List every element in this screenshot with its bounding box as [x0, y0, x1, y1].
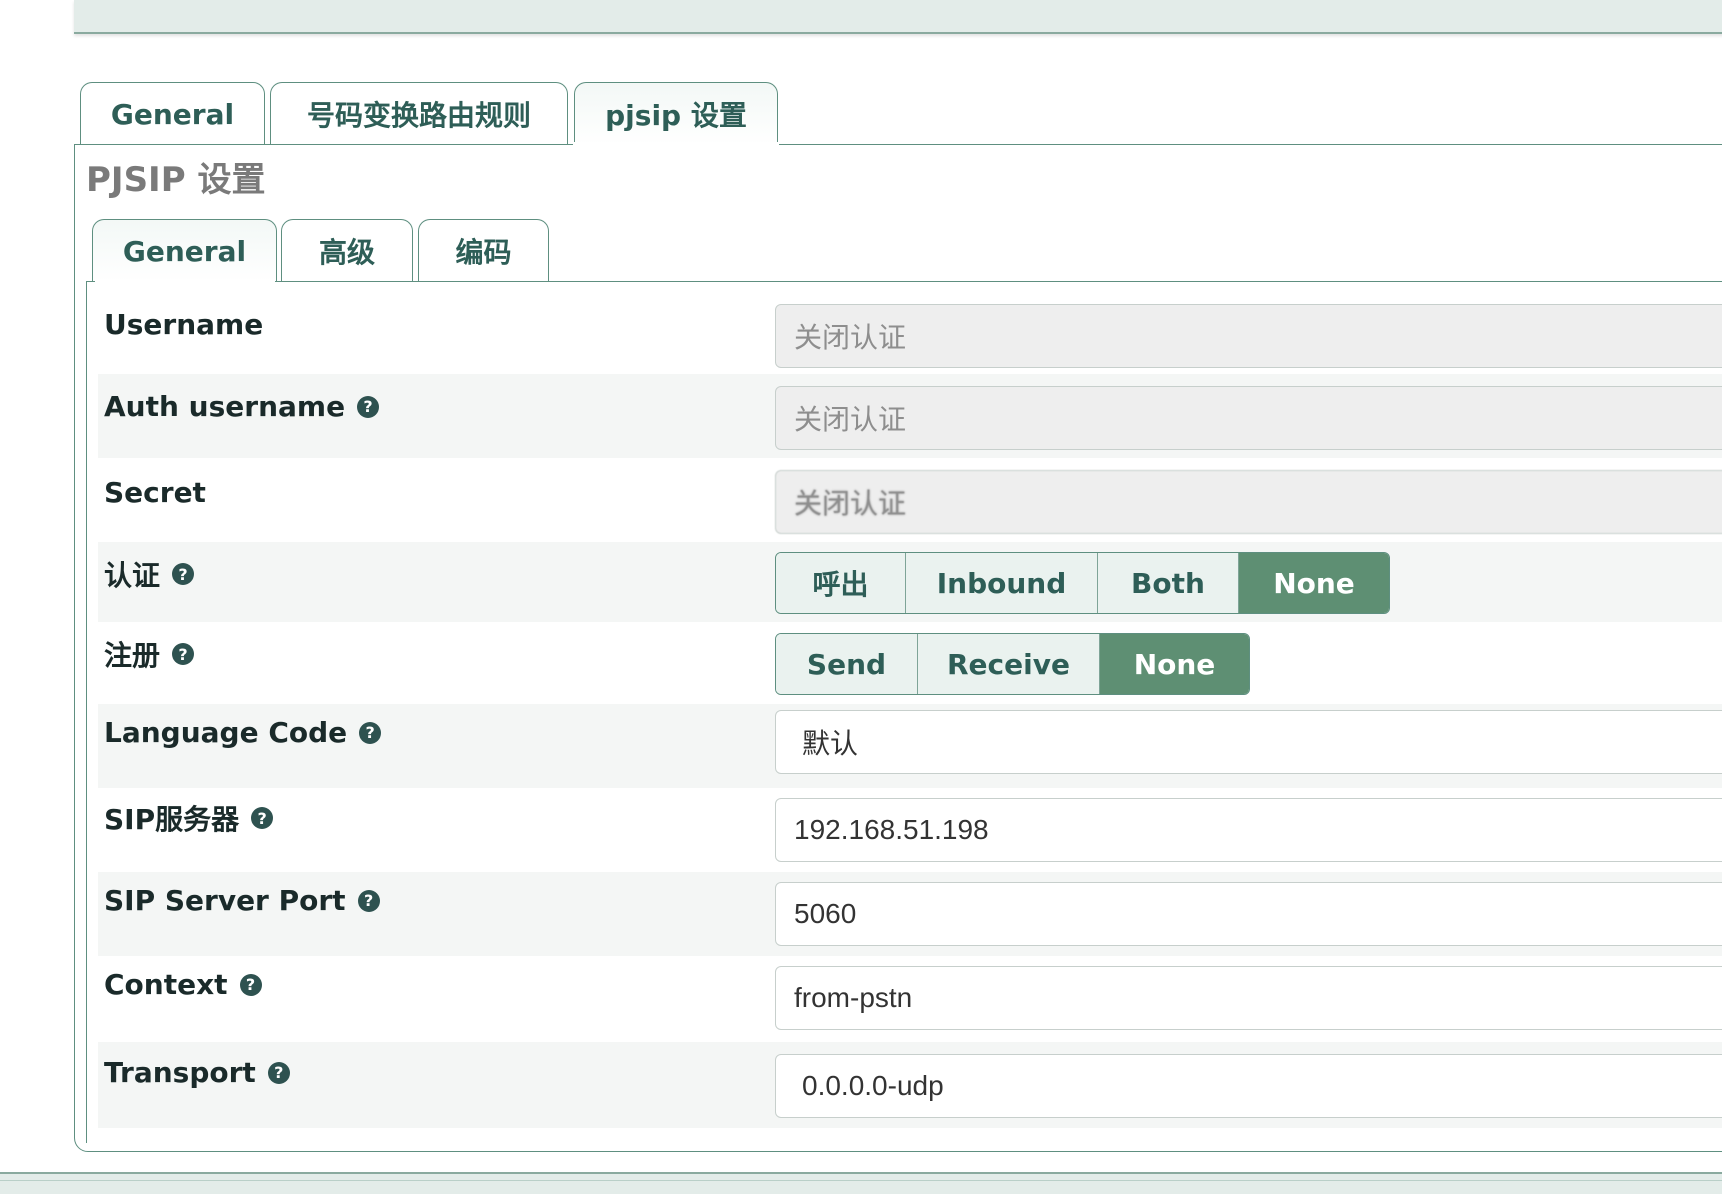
registration-label: 注册 ?: [104, 634, 195, 674]
registration-option-receive[interactable]: Receive: [918, 634, 1100, 694]
auth-option-inbound[interactable]: Inbound: [906, 553, 1098, 613]
auth-label: 认证 ?: [104, 554, 195, 594]
panel-title: PJSIP 设置: [86, 160, 266, 200]
context-input[interactable]: from-pstn: [775, 966, 1722, 1030]
context-label: Context ?: [104, 968, 262, 1001]
sip-server-port-input[interactable]: 5060: [775, 882, 1722, 946]
auth-option-both[interactable]: Both: [1098, 553, 1239, 613]
subtab-general[interactable]: General: [92, 219, 277, 282]
sip-server-label: SIP服务器 ?: [104, 798, 274, 838]
transport-label: Transport ?: [104, 1056, 290, 1089]
language-code-select[interactable]: 默认: [775, 710, 1722, 774]
question-circle-icon[interactable]: ?: [239, 973, 262, 996]
sip-server-input[interactable]: 192.168.51.198: [775, 798, 1722, 862]
secret-input[interactable]: 关闭认证: [775, 470, 1722, 534]
secret-label: Secret: [104, 476, 206, 509]
question-circle-icon[interactable]: ?: [172, 563, 195, 585]
auth-button-group: 呼出 Inbound Both None: [775, 552, 1390, 614]
subtab-codecs[interactable]: 编码: [418, 219, 549, 282]
registration-button-group: Send Receive None: [775, 633, 1250, 695]
question-circle-icon[interactable]: ?: [267, 1061, 290, 1084]
bottom-bar: [0, 1172, 1722, 1194]
tab-number-manipulation-rules[interactable]: 号码变换路由规则: [270, 82, 568, 145]
transport-select[interactable]: 0.0.0.0-udp: [775, 1054, 1722, 1118]
auth-username-input[interactable]: 关闭认证: [775, 386, 1722, 450]
registration-option-send[interactable]: Send: [776, 634, 918, 694]
question-circle-icon[interactable]: ?: [357, 889, 380, 912]
auth-option-none[interactable]: None: [1239, 553, 1389, 613]
auth-username-label: Auth username ?: [104, 390, 380, 423]
tab-general[interactable]: General: [80, 82, 265, 145]
sip-server-port-label: SIP Server Port ?: [104, 884, 380, 917]
tab-pjsip-settings[interactable]: pjsip 设置: [574, 82, 778, 145]
question-circle-icon[interactable]: ?: [357, 395, 380, 418]
top-toolbar-bar: [74, 0, 1722, 34]
question-circle-icon[interactable]: ?: [359, 721, 382, 744]
language-code-label: Language Code ?: [104, 716, 382, 749]
question-circle-icon[interactable]: ?: [172, 643, 195, 665]
registration-option-none[interactable]: None: [1100, 634, 1249, 694]
auth-option-outbound[interactable]: 呼出: [776, 553, 906, 613]
username-label: Username: [104, 308, 264, 341]
subtab-advanced[interactable]: 高级: [281, 219, 413, 282]
username-input[interactable]: 关闭认证: [775, 304, 1722, 368]
question-circle-icon[interactable]: ?: [251, 807, 274, 829]
